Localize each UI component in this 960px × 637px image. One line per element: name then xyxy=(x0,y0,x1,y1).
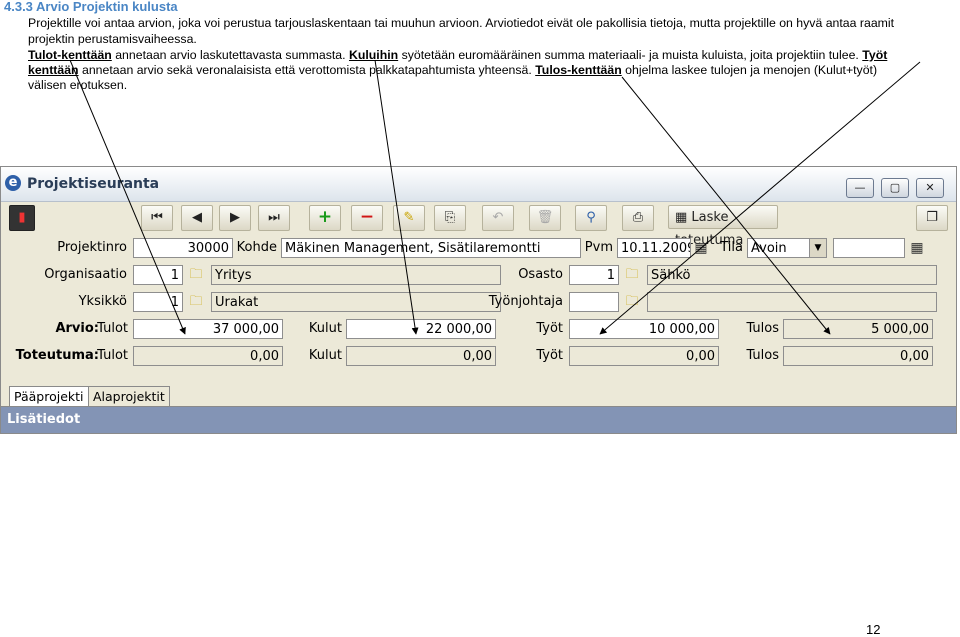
term-kuluihin: Kuluihin xyxy=(348,48,399,62)
paragraph-line: Tulot-kenttään annetaan arvio laskutetta… xyxy=(28,47,887,63)
windows-icon[interactable]: ❐ xyxy=(916,205,948,231)
paragraph-text: syötetään euromääräinen summa materiaali… xyxy=(398,48,863,62)
minimize-button[interactable]: — xyxy=(846,178,874,198)
arvio-tulot-label: Tulot xyxy=(97,321,128,336)
last-record-icon[interactable]: ⏭ xyxy=(258,205,290,231)
paragraph-line: Projektille voi antaa arvion, joka voi p… xyxy=(28,16,895,30)
arvio-label: Arvio: xyxy=(55,321,99,336)
print-icon[interactable]: ⎙ xyxy=(622,205,654,231)
organisaatio-name-field: Yritys xyxy=(211,265,501,285)
arvio-tulot-field[interactable]: 37 000,00 xyxy=(133,319,283,339)
add-record-icon[interactable]: + xyxy=(309,205,341,231)
laske-toteutuma-button[interactable]: ▦ Laske toteutuma xyxy=(668,205,778,248)
arvio-tyot-label: Työt xyxy=(536,321,563,336)
term-kenttaan: kenttään xyxy=(28,63,79,77)
folder-icon[interactable]: 🗀 xyxy=(622,293,642,311)
search-icon[interactable]: ⚲ xyxy=(575,205,607,231)
maximize-button[interactable]: ▢ xyxy=(881,178,909,198)
copy-icon[interactable]: ⎘ xyxy=(434,205,466,231)
term-tulos: Tulos-kenttään xyxy=(535,63,622,77)
chevron-down-icon[interactable]: ▼ xyxy=(809,239,826,257)
folder-icon[interactable]: 🗀 xyxy=(186,293,206,311)
osasto-number-field[interactable]: 1 xyxy=(569,265,619,285)
projektinro-field[interactable]: 30000 xyxy=(133,238,233,258)
date-field[interactable] xyxy=(833,238,905,258)
tab-strip: Pääprojekti Alaprojektit xyxy=(1,384,956,407)
tila-select[interactable]: Avoin ▼ xyxy=(747,238,827,258)
paragraph-line: projektin perustamisvaiheessa. xyxy=(28,32,197,46)
pvm-label: Pvm xyxy=(584,240,613,255)
arvio-tulos-field: 5 000,00 xyxy=(783,319,933,339)
calculator-icon: ▦ xyxy=(675,210,692,225)
paragraph-text: annetaan arvio sekä veronalaisista että … xyxy=(78,63,536,77)
window-title: Projektiseuranta xyxy=(27,176,160,192)
paragraph-line: kenttään annetaan arvio sekä veronalaisi… xyxy=(28,62,877,78)
close-button[interactable]: ✕ xyxy=(916,178,944,198)
pvm-field[interactable]: 10.11.2009 xyxy=(617,238,691,258)
tab-paaprojekti[interactable]: Pääprojekti xyxy=(9,386,89,406)
page-number: 12 xyxy=(866,622,881,637)
toteutuma-tulot-field: 0,00 xyxy=(133,346,283,366)
paragraph-text: ohjelma laskee tulojen ja menojen (Kulut… xyxy=(621,63,878,77)
projektinro-label: Projektinro xyxy=(57,240,127,255)
edit-icon[interactable]: ✎ xyxy=(393,205,425,231)
kohde-field[interactable]: Mäkinen Management, Sisätilaremontti xyxy=(281,238,581,258)
paragraph-text: annetaan arvio laskutettavasta summasta. xyxy=(111,48,349,62)
toteutuma-label: Toteutuma: xyxy=(15,348,99,363)
toteutuma-tyot-field: 0,00 xyxy=(569,346,719,366)
kohde-label: Kohde xyxy=(236,240,277,255)
arvio-kulut-field[interactable]: 22 000,00 xyxy=(346,319,496,339)
toteutuma-kulut-field: 0,00 xyxy=(346,346,496,366)
toteutuma-tulot-label: Tulot xyxy=(97,348,128,363)
term-tulot: Tulot-kenttään xyxy=(28,48,112,62)
arvio-tulos-label: Tulos xyxy=(746,321,779,336)
section-heading: 4.3.3 Arvio Projektin kulusta xyxy=(4,0,178,14)
tab-alaprojektit[interactable]: Alaprojektit xyxy=(88,386,170,406)
exit-icon[interactable]: ▮ xyxy=(9,205,35,231)
first-record-icon[interactable]: ⏮ xyxy=(141,205,173,231)
osasto-label: Osasto xyxy=(518,267,563,282)
calendar-icon[interactable]: ▦ xyxy=(691,238,711,258)
undo-icon[interactable]: ↶ xyxy=(482,205,514,231)
tyonjohtaja-label: Työnjohtaja xyxy=(488,294,563,309)
tila-value: Avoin xyxy=(751,241,787,256)
delete-record-icon[interactable]: − xyxy=(351,205,383,231)
tyonjohtaja-name-field xyxy=(647,292,937,312)
toteutuma-tulos-field: 0,00 xyxy=(783,346,933,366)
tila-label: Tila xyxy=(720,240,743,255)
trash-icon[interactable]: 🗑 xyxy=(529,205,561,231)
title-bar: e Projektiseuranta — ▢ ✕ xyxy=(1,167,956,202)
app-icon: e xyxy=(5,175,21,191)
projektiseuranta-window: e Projektiseuranta — ▢ ✕ ▮ ⏮ ◀ ▶ ⏭ + − ✎… xyxy=(0,166,957,434)
term-tyot: Työt xyxy=(862,48,888,62)
tyonjohtaja-number-field[interactable] xyxy=(569,292,619,312)
yksikko-name-field: Urakat xyxy=(211,292,501,312)
folder-icon[interactable]: 🗀 xyxy=(622,266,642,284)
yksikko-number-field[interactable]: 1 xyxy=(133,292,183,312)
arvio-kulut-label: Kulut xyxy=(308,321,342,336)
paragraph-line: välisen erotuksen. xyxy=(28,78,128,92)
arvio-tyot-field[interactable]: 10 000,00 xyxy=(569,319,719,339)
toolbar: ▮ ⏮ ◀ ▶ ⏭ + − ✎ ⎘ ↶ 🗑 ⚲ ⎙ ▦ Laske toteut… xyxy=(1,202,956,248)
lisatiedot-header: Lisätiedot xyxy=(1,407,956,433)
toteutuma-kulut-label: Kulut xyxy=(308,348,342,363)
yksikko-label: Yksikkö xyxy=(78,294,127,309)
next-record-icon[interactable]: ▶ xyxy=(219,205,251,231)
toteutuma-tyot-label: Työt xyxy=(536,348,563,363)
previous-record-icon[interactable]: ◀ xyxy=(181,205,213,231)
osasto-name-field: Sähkö xyxy=(647,265,937,285)
toteutuma-tulos-label: Tulos xyxy=(746,348,779,363)
folder-icon[interactable]: 🗀 xyxy=(186,266,206,284)
calendar-icon[interactable]: ▦ xyxy=(907,238,927,258)
organisaatio-number-field[interactable]: 1 xyxy=(133,265,183,285)
organisaatio-label: Organisaatio xyxy=(44,267,127,282)
